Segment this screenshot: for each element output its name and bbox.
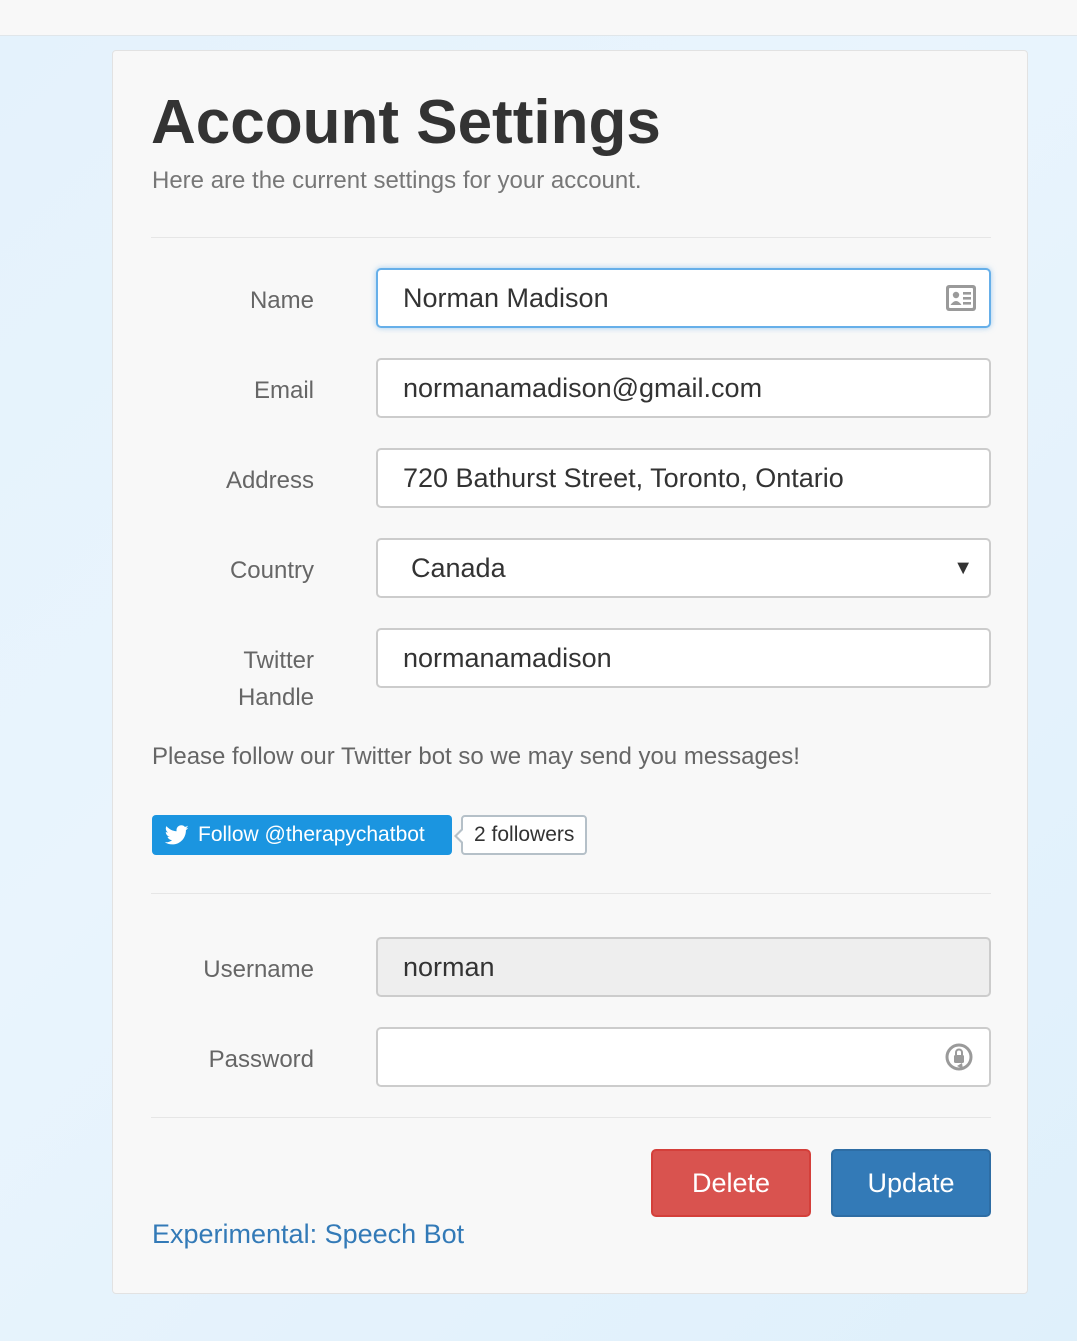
email-input-value: normanamadison@gmail.com xyxy=(403,373,763,403)
update-button[interactable]: Update xyxy=(831,1149,991,1217)
twitter-follow-button-label: Follow @therapychatbot xyxy=(198,823,425,846)
password-label: Password xyxy=(208,1046,314,1073)
section-divider xyxy=(151,893,991,894)
twitter-handle-label-line1: Twitter xyxy=(243,647,314,674)
speech-bot-link[interactable]: Experimental: Speech Bot xyxy=(152,1219,464,1250)
address-input[interactable]: 720 Bathurst Street, Toronto, Ontario xyxy=(376,448,991,508)
country-select[interactable]: Canada ▼ xyxy=(376,538,991,598)
email-label: Email xyxy=(253,377,314,404)
page-subtitle: Here are the current settings for your a… xyxy=(152,167,642,194)
caret-down-icon[interactable]: ▼ xyxy=(953,540,973,596)
section-divider xyxy=(151,237,991,238)
twitter-handle-input[interactable]: normanamadison xyxy=(376,628,991,688)
name-input[interactable]: Norman Madison xyxy=(376,268,991,328)
twitter-handle-input-value: normanamadison xyxy=(403,643,612,673)
twitter-followers-count[interactable]: 2 followers xyxy=(453,815,588,855)
username-input-value: norman xyxy=(403,952,495,982)
password-manager-icon[interactable] xyxy=(943,1042,975,1072)
twitter-bird-icon xyxy=(164,825,189,845)
password-input[interactable] xyxy=(376,1027,991,1087)
name-label: Name xyxy=(249,287,314,314)
address-label: Address xyxy=(225,467,314,494)
delete-button[interactable]: Delete xyxy=(651,1149,811,1217)
username-input: norman xyxy=(376,937,991,997)
email-input[interactable]: normanamadison@gmail.com xyxy=(376,358,991,418)
twitter-follow-button[interactable]: Follow @therapychatbot xyxy=(152,815,452,855)
page-title: Account Settings xyxy=(151,88,661,157)
account-settings-panel: Account Settings Here are the current se… xyxy=(112,50,1028,1294)
contact-card-icon[interactable] xyxy=(945,283,977,313)
name-input-value: Norman Madison xyxy=(403,283,609,313)
section-divider xyxy=(151,1117,991,1118)
twitter-handle-label-line2: Handle xyxy=(237,684,314,711)
country-label: Country xyxy=(229,557,314,584)
browser-top-bar xyxy=(0,0,1077,36)
address-input-value: 720 Bathurst Street, Toronto, Ontario xyxy=(403,463,844,493)
country-select-value: Canada xyxy=(411,553,506,583)
username-label: Username xyxy=(203,956,314,983)
twitter-follow-note: Please follow our Twitter bot so we may … xyxy=(152,743,800,770)
